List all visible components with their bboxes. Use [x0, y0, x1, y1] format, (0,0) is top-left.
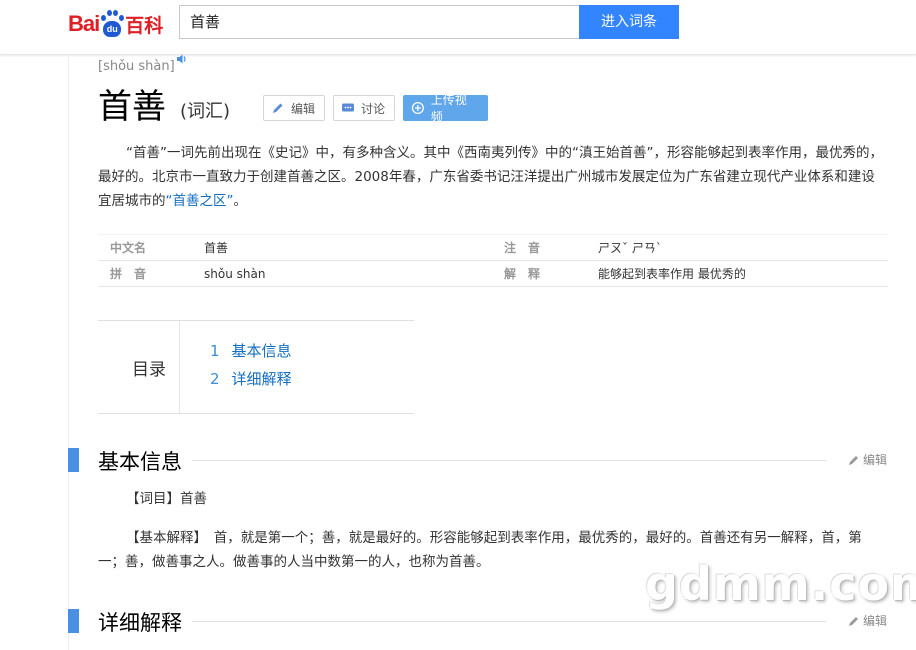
info-value: shǒu shàn	[204, 260, 504, 287]
discuss-button-label: 讨论	[361, 101, 386, 116]
chat-icon	[342, 103, 354, 112]
section-divider	[98, 460, 826, 461]
info-key: 拼 音	[110, 260, 204, 287]
section-marker	[68, 448, 79, 472]
logo-text-bai: Bai	[68, 11, 100, 36]
upload-video-button[interactable]: 上传视频	[403, 93, 488, 124]
logo-text-baike: 百科	[125, 14, 164, 37]
summary-text-end: 。	[233, 193, 248, 209]
info-key: 解 释	[504, 260, 598, 287]
table-of-contents: 目录 1 基本信息 2 详细解释	[98, 320, 414, 414]
info-value: 能够起到表率作用 最优秀的	[598, 260, 888, 287]
entry-summary: “首善”一词先前出现在《史记》中，有多种含义。其中《西南夷列传》中的“滇王始首善…	[98, 141, 888, 213]
toc-item-number: 1	[210, 342, 220, 360]
section-edit-label: 编辑	[863, 614, 888, 628]
upload-video-button-label: 上传视频	[430, 93, 467, 124]
basic-info-table: 中文名 首善 注 音 ㄕㄡˇ ㄕㄢˋ 拼 音 shǒu shàn 解 释 能够起…	[98, 234, 888, 287]
search-input[interactable]: 首善	[179, 5, 590, 39]
paw-icon: du	[100, 10, 125, 38]
table-row: 拼 音 shǒu shàn 解 释 能够起到表率作用 最优秀的	[98, 260, 888, 287]
watermark: gdmm.com	[645, 557, 916, 611]
table-row: 中文名 首善 注 音 ㄕㄡˇ ㄕㄢˋ	[98, 234, 888, 261]
summary-link[interactable]: “首善之区”	[166, 193, 234, 209]
section-edit-button[interactable]: 编辑	[848, 451, 888, 468]
info-key: 注 音	[504, 234, 598, 261]
logo-text-du: du	[103, 21, 122, 37]
toc-item-basic-info[interactable]: 1 基本信息	[210, 340, 292, 361]
top-bar: Bai du 百科 首善 进入词条	[0, 0, 916, 55]
enter-entry-button[interactable]: 进入词条	[579, 5, 679, 39]
left-rail	[68, 55, 69, 650]
section-title-detailed-explanation: 详细解释	[98, 607, 192, 637]
edit-button[interactable]: 编辑	[263, 95, 325, 121]
info-value: ㄕㄡˇ ㄕㄢˋ	[598, 234, 888, 261]
section-marker	[68, 609, 79, 633]
plus-circle-icon	[411, 101, 424, 115]
toc-item-number: 2	[210, 370, 220, 388]
toc-item-detailed-explanation[interactable]: 2 详细解释	[210, 368, 292, 389]
info-value: 首善	[204, 234, 504, 261]
edit-button-label: 编辑	[291, 101, 316, 116]
page-title: 首善	[98, 87, 166, 127]
toc-label: 目录	[98, 321, 180, 413]
pencil-icon	[849, 616, 858, 626]
pencil-icon	[273, 103, 283, 113]
section-title-basic-info: 基本信息	[98, 446, 192, 476]
section-edit-button[interactable]: 编辑	[848, 612, 888, 629]
page-title-category: (词汇)	[180, 101, 231, 122]
section-edit-label: 编辑	[863, 453, 888, 467]
toc-item-label: 详细解释	[231, 370, 292, 388]
section-divider	[98, 621, 826, 622]
toc-item-label: 基本信息	[231, 342, 292, 360]
discuss-button[interactable]: 讨论	[333, 95, 395, 121]
pencil-icon	[849, 455, 858, 465]
speaker-icon[interactable]	[176, 53, 188, 65]
entry-pinyin: [shǒu shàn]	[98, 59, 175, 74]
paragraph: 【词目】首善	[126, 491, 207, 507]
info-key: 中文名	[110, 234, 204, 261]
baike-logo[interactable]: Bai du 百科	[68, 8, 163, 40]
